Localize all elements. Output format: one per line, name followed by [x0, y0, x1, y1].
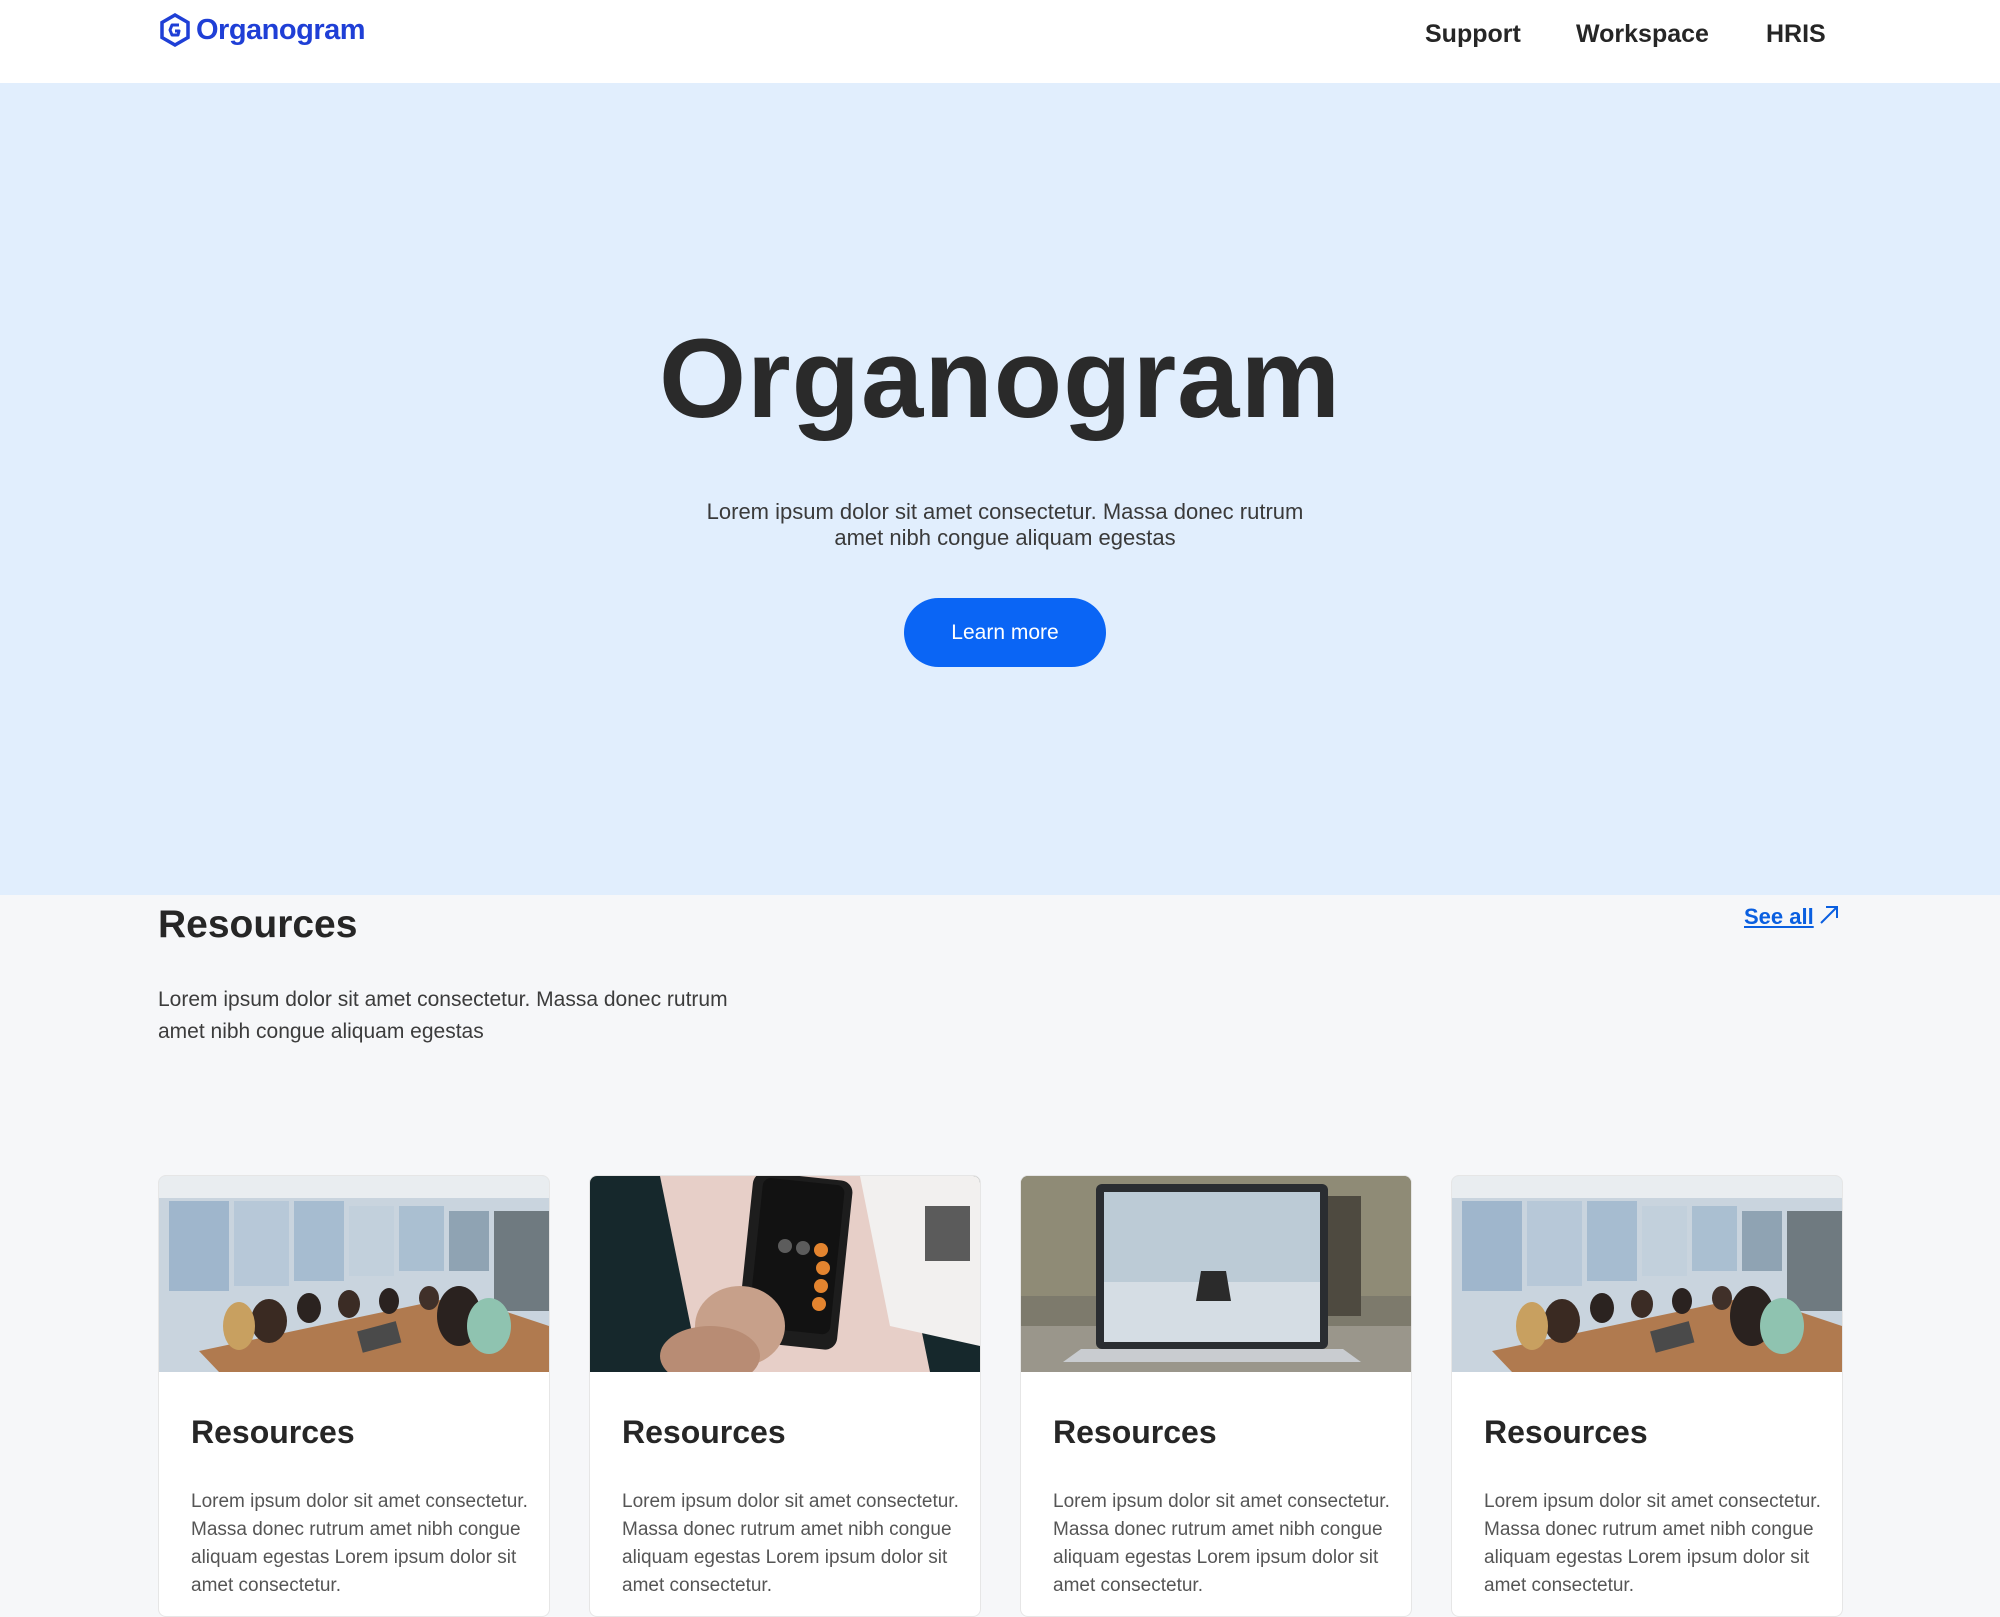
- hero-title: Organogram: [658, 316, 1342, 441]
- resources-description: Lorem ipsum dolor sit amet consectetur. …: [158, 988, 728, 1043]
- arrow-up-right-icon: [1820, 906, 1838, 924]
- nav-hris[interactable]: HRIS: [1766, 20, 1826, 49]
- nav-workspace[interactable]: Workspace: [1576, 20, 1709, 49]
- hero-subtitle: Lorem ipsum dolor sit amet consectetur. …: [706, 499, 1304, 550]
- card-title: Resources: [1053, 1414, 1217, 1450]
- resource-card[interactable]: Resources Lorem ipsum dolor sit amet con…: [589, 1175, 981, 1617]
- meeting-room-photo: [1452, 1176, 1842, 1372]
- card-text: Lorem ipsum dolor sit amet consectetur. …: [622, 1491, 959, 1596]
- resources-heading: Resources: [158, 903, 358, 946]
- hero-section: Organogram Lorem ipsum dolor sit amet co…: [0, 83, 2000, 895]
- card-text: Lorem ipsum dolor sit amet consectetur. …: [1484, 1491, 1821, 1596]
- card-title: Resources: [1484, 1414, 1648, 1450]
- learn-more-button[interactable]: Learn more: [904, 598, 1106, 667]
- laptop-photo: [1021, 1176, 1411, 1372]
- card-title: Resources: [191, 1414, 355, 1450]
- resource-cards: Resources Lorem ipsum dolor sit amet con…: [158, 1175, 1844, 1617]
- see-all-label: See all: [1744, 904, 1814, 929]
- see-all-link[interactable]: See all: [1744, 904, 1840, 930]
- resource-card[interactable]: Resources Lorem ipsum dolor sit amet con…: [1020, 1175, 1412, 1617]
- nav-support[interactable]: Support: [1425, 20, 1521, 49]
- card-title: Resources: [622, 1414, 786, 1450]
- card-text: Lorem ipsum dolor sit amet consectetur. …: [191, 1491, 528, 1596]
- meeting-room-photo: [159, 1176, 549, 1372]
- calculator-phone-photo: [590, 1176, 980, 1372]
- card-text: Lorem ipsum dolor sit amet consectetur. …: [1053, 1491, 1390, 1596]
- resource-card[interactable]: Resources Lorem ipsum dolor sit amet con…: [158, 1175, 550, 1617]
- hexagon-logo-icon: [160, 13, 190, 47]
- logo-text: Organogram: [196, 13, 366, 46]
- top-navigation-bar: Organogram Support Workspace HRIS: [0, 0, 2000, 83]
- resource-card[interactable]: Resources Lorem ipsum dolor sit amet con…: [1451, 1175, 1843, 1617]
- brand-logo[interactable]: Organogram: [158, 13, 366, 47]
